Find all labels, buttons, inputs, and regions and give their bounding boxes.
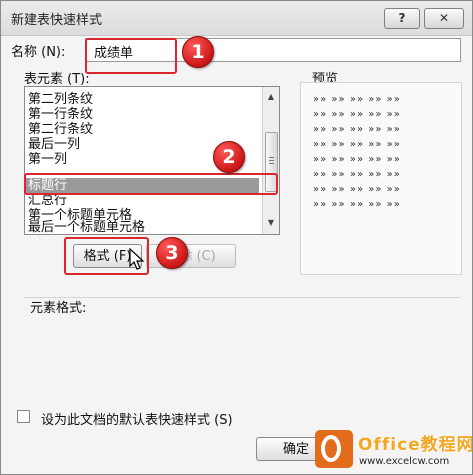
element-format-label: 元素格式: bbox=[30, 301, 87, 316]
list-item[interactable]: 汇总行 bbox=[25, 193, 259, 208]
mouse-cursor-icon bbox=[129, 248, 145, 270]
preview-row: »» »» »» »» »» bbox=[313, 139, 401, 150]
preview-row: »» »» »» »» »» bbox=[313, 169, 401, 180]
annotation-badge-3: 3 bbox=[156, 237, 188, 269]
default-style-checkbox-label[interactable]: 设为此文档的默认表快速样式 (S) bbox=[41, 409, 233, 428]
annotation-box-name bbox=[85, 38, 177, 74]
scroll-down-icon[interactable]: ▼ bbox=[263, 215, 279, 231]
watermark-url: www.excelcw.com bbox=[359, 456, 450, 467]
name-label: 名称 (N): bbox=[11, 45, 66, 60]
preview-row: »» »» »» »» »» bbox=[313, 199, 401, 210]
element-format-group bbox=[24, 297, 460, 389]
preview-row: »» »» »» »» »» bbox=[313, 94, 401, 105]
list-item[interactable]: 第二列条纹 bbox=[25, 92, 259, 107]
list-item[interactable]: 最后一个标题单元格 bbox=[25, 220, 259, 234]
watermark-logo: Office教程网 www.excelcw.com bbox=[311, 426, 473, 474]
preview-row: »» »» »» »» »» bbox=[313, 154, 401, 165]
default-style-checkbox[interactable] bbox=[17, 410, 30, 423]
preview-row: »» »» »» »» »» bbox=[313, 184, 401, 195]
preview-pane: »» »» »» »» »» »» »» »» »» »» »» »» »» »… bbox=[300, 82, 462, 275]
scroll-up-icon[interactable]: ▲ bbox=[263, 89, 279, 105]
preview-row: »» »» »» »» »» bbox=[313, 124, 401, 135]
grip-line bbox=[269, 157, 274, 158]
new-table-quick-style-dialog: 新建表快速样式 ? ✕ 名称 (N): 成绩单 1 表元素 (T): 第二列条纹… bbox=[0, 0, 473, 475]
grip-line bbox=[269, 160, 274, 161]
annotation-box-selected-row bbox=[24, 173, 278, 195]
window-title: 新建表快速样式 bbox=[11, 13, 103, 28]
table-elements-label: 表元素 (T): bbox=[24, 72, 90, 87]
list-item[interactable]: 第一行条纹 bbox=[25, 107, 259, 122]
annotation-badge-1: 1 bbox=[182, 36, 214, 68]
help-button[interactable]: ? bbox=[384, 8, 420, 29]
watermark-brand: Office教程网 bbox=[358, 435, 473, 455]
annotation-badge-2: 2 bbox=[213, 141, 245, 173]
list-item[interactable]: 第二行条纹 bbox=[25, 122, 259, 137]
grip-line bbox=[269, 163, 274, 164]
office-logo-icon bbox=[315, 430, 353, 468]
list-scrollbar[interactable]: ▲ ▼ bbox=[262, 87, 279, 234]
close-button[interactable]: ✕ bbox=[424, 8, 464, 29]
preview-row: »» »» »» »» »» bbox=[313, 109, 401, 120]
office-o-icon bbox=[321, 435, 341, 462]
title-bar: 新建表快速样式 ? ✕ bbox=[1, 1, 472, 36]
